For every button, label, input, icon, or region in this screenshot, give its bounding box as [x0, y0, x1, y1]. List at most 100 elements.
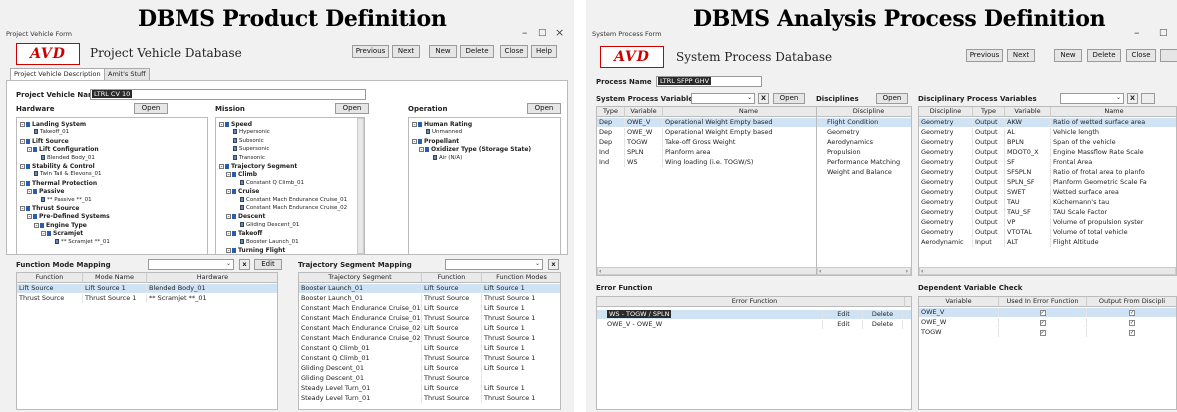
expand-icon[interactable]: –: [20, 122, 25, 127]
tree-node[interactable]: Unmanned: [426, 129, 462, 136]
table-row[interactable]: OWE_V - OWE_W Edit Delete: [597, 320, 911, 329]
table-row[interactable]: Lift Source Lift Source 1 Blended Body_01: [17, 284, 277, 293]
table-row[interactable]: Geometry Output MDOT0_X Engine Massflow Rat…: [919, 148, 1176, 157]
function-mode-clear-button[interactable]: x: [239, 259, 250, 270]
table-row[interactable]: Geometry Output SWET Wetted surface area: [919, 188, 1176, 197]
tree-node[interactable]: – Takeoff: [226, 230, 262, 237]
table-row[interactable]: Aerodynamic Input ALT Flight Altitude: [919, 238, 1176, 247]
table-row[interactable]: Thrust Source Thrust Source 1 ** Scramjet …: [17, 294, 277, 303]
tree-node[interactable]: – Lift Configuration: [27, 146, 99, 153]
table-row[interactable]: Dep OWE_W Operational Weight Empty based: [597, 128, 833, 137]
table-row[interactable]: Geometry Output TAU Küchemann's tau: [919, 198, 1176, 207]
delete-button[interactable]: Delete: [460, 45, 494, 58]
column-header[interactable]: Hardware: [147, 273, 277, 283]
function-mode-edit-button[interactable]: Edit: [254, 259, 282, 270]
tree-node[interactable]: – Landing System: [20, 121, 86, 128]
column-header[interactable]: Trajectory Segment: [299, 273, 422, 283]
column-header[interactable]: Variable: [919, 297, 999, 307]
table-row[interactable]: Geometry Output AL Vehicle length: [919, 128, 1176, 137]
column-header[interactable]: Function: [17, 273, 83, 283]
tree-node[interactable]: Constant Mach Endurance Cruise_01: [240, 196, 347, 204]
checkbox[interactable]: ✓: [1039, 310, 1046, 316]
table-row[interactable]: Gliding Descent_01 Thrust Source: [299, 374, 560, 383]
new-button[interactable]: New: [1054, 49, 1082, 62]
table-row[interactable]: Steady Level Turn_01 Thrust Source Thrust …: [299, 394, 560, 403]
new-button[interactable]: New: [429, 45, 457, 58]
tree-node[interactable]: Constant Q Climb_01: [240, 179, 304, 187]
table-row[interactable]: Geometry Output VP Volume of propulsion sys…: [919, 218, 1176, 227]
help-button[interactable]: Help: [531, 45, 557, 58]
table-row[interactable]: Ind WS Wing loading (i.e. TOGW/S): [597, 158, 833, 167]
table-row[interactable]: Geometry Output SFSPLN Ratio of frotal area…: [919, 168, 1176, 177]
table-row[interactable]: Geometry Output AKW Ratio of wetted surface…: [919, 118, 1176, 127]
table-row[interactable]: OWE_V ✓ ✓: [919, 308, 1176, 317]
previous-button[interactable]: Previous: [352, 45, 389, 58]
expand-icon[interactable]: –: [419, 147, 424, 153]
error-function-cell[interactable]: WS - TOGW / SPLN: [605, 310, 823, 319]
tree-node[interactable]: Booster Launch_01: [240, 238, 299, 246]
table-row[interactable]: OWE_W ✓ ✓: [919, 318, 1176, 327]
close-button[interactable]: Close: [500, 45, 528, 58]
column-header[interactable]: Name: [663, 107, 833, 117]
column-header[interactable]: Output From Discipli: [1087, 297, 1176, 307]
column-header[interactable]: Used In Error Function: [999, 297, 1087, 307]
tree-node[interactable]: Hypersonic: [233, 129, 270, 136]
table-row[interactable]: Propulsion: [817, 148, 911, 157]
maximize-icon[interactable]: □: [1159, 28, 1168, 38]
hardware-tree[interactable]: – Landing System Takeoff_01 – Lift Source – Li…: [16, 117, 208, 255]
horizontal-scrollbar[interactable]: ‹: [919, 267, 1176, 275]
expand-icon[interactable]: –: [34, 222, 39, 228]
column-header[interactable]: Type: [597, 107, 625, 117]
scroll-right-icon[interactable]: ›: [906, 268, 908, 275]
table-row[interactable]: Gliding Descent_01 Lift Source Lift Source…: [299, 364, 560, 373]
table-row[interactable]: Constant Mach Endurance Cruise_02 Lift So…: [299, 324, 560, 333]
error-function-cell[interactable]: OWE_V - OWE_W: [605, 320, 823, 329]
tree-node[interactable]: ** Scramjet **_01: [55, 238, 110, 246]
table-row[interactable]: Flight Condition: [817, 118, 911, 127]
tab-amits-stuff[interactable]: Amit's Stuff: [104, 68, 150, 80]
tree-node[interactable]: Gliding Descent_01: [240, 221, 299, 229]
edit-button[interactable]: Edit: [825, 320, 863, 329]
delete-button[interactable]: Delete: [1087, 49, 1121, 62]
next-button[interactable]: Next: [1007, 49, 1035, 62]
table-row[interactable]: Geometry Output TAU_SF TAU Scale Factor: [919, 208, 1176, 217]
table-row[interactable]: Geometry Output SF Frontal Area: [919, 158, 1176, 167]
tree-node[interactable]: – Descent: [226, 213, 265, 220]
table-row[interactable]: Constant Q Climb_01 Lift Source Lift Sourc…: [299, 344, 560, 353]
tree-node[interactable]: – Turning Flight: [226, 247, 285, 254]
table-row[interactable]: Steady Level Turn_01 Lift Source Lift Sour…: [299, 384, 560, 393]
table-row[interactable]: Ind SPLN Planform area: [597, 148, 833, 157]
tree-node[interactable]: Transonic: [233, 154, 265, 162]
column-header[interactable]: Discipline: [919, 107, 973, 117]
tree-node[interactable]: Blended Body_01: [41, 154, 95, 162]
column-header[interactable]: Name: [1051, 107, 1176, 117]
checkbox[interactable]: ✓: [1129, 310, 1135, 316]
tree-node[interactable]: Twin Tail & Elevons_01: [34, 171, 101, 178]
expand-icon[interactable]: –: [226, 231, 231, 237]
expand-icon[interactable]: –: [27, 147, 32, 153]
spv-clear-button[interactable]: X: [758, 93, 769, 104]
maximize-icon[interactable]: □: [538, 28, 547, 38]
edit-button[interactable]: Edit: [825, 310, 863, 319]
column-header[interactable]: Error Function: [605, 297, 905, 307]
tree-node[interactable]: Subsonic: [233, 137, 264, 145]
tree-node[interactable]: – Passive: [27, 188, 64, 195]
table-row[interactable]: Aerodynamics: [817, 138, 911, 147]
table-row[interactable]: Booster Launch_01 Lift Source Lift Source …: [299, 284, 560, 293]
tree-node[interactable]: ** Passive **_01: [41, 196, 92, 204]
tree-node[interactable]: – Thermal Protection: [20, 180, 97, 187]
tree-node[interactable]: – Pre-Defined Systems: [27, 213, 110, 220]
table-row[interactable]: Dep OWE_V Operational Weight Empty based: [597, 118, 833, 127]
column-header[interactable]: Discipline: [825, 107, 911, 117]
tree-node[interactable]: Takeoff_01: [34, 129, 69, 136]
mission-open-button[interactable]: Open: [335, 103, 369, 114]
trajectory-clear-button[interactable]: x: [548, 259, 559, 270]
previous-button[interactable]: Previous: [966, 49, 1003, 62]
mission-tree-scrollbar[interactable]: [357, 118, 364, 254]
extra-button[interactable]: [1160, 49, 1177, 62]
scroll-left-icon[interactable]: ‹: [599, 268, 601, 275]
delete-button[interactable]: Delete: [863, 310, 903, 319]
tree-node[interactable]: – Lift Source: [20, 138, 69, 145]
expand-icon[interactable]: –: [226, 214, 231, 220]
trajectory-dropdown[interactable]: ⌄: [445, 259, 543, 270]
